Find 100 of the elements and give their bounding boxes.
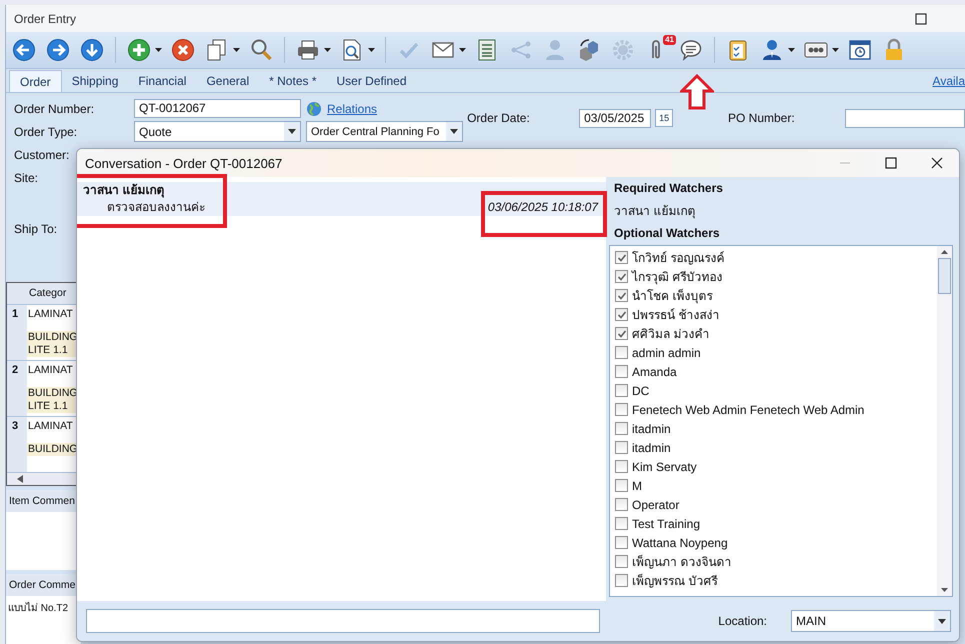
annotation-arrow	[680, 74, 714, 110]
checkbox[interactable]	[615, 555, 628, 568]
watcher-name: ปพรรธน์ ช้างสง่า	[632, 307, 720, 324]
caret-icon[interactable]	[459, 48, 466, 52]
message-text: ตรวจสอบลงงานค่ะ	[107, 199, 205, 216]
watcher-name: itadmin	[632, 422, 671, 436]
window-title: Order Entry	[14, 12, 78, 26]
dropdown-field[interactable]: Quote	[134, 121, 301, 142]
row-number: 1	[7, 305, 27, 360]
checkbox[interactable]	[615, 384, 628, 397]
text-field[interactable]	[845, 109, 965, 128]
search-icon[interactable]	[249, 38, 273, 62]
count-badge: 41	[663, 35, 676, 46]
dropdown-arrow-icon	[288, 129, 296, 134]
speech-bubble-icon[interactable]	[679, 38, 703, 62]
tab[interactable]: * Notes *	[259, 70, 326, 92]
checkbox[interactable]	[615, 479, 628, 492]
window-clock-icon[interactable]	[848, 38, 872, 62]
comment-text: แบบไม่ No.T2	[6, 596, 81, 644]
field-label: Location:	[718, 614, 767, 628]
caret-icon[interactable]	[788, 48, 795, 52]
checkbox[interactable]	[615, 574, 628, 587]
checkbox[interactable]	[615, 346, 628, 359]
checkbox[interactable]	[615, 251, 628, 264]
maximize-icon[interactable]	[885, 157, 897, 169]
watcher-name: วาสนา แย้มเกตุ	[613, 203, 696, 220]
table-cell-text: LAMINAT	[27, 363, 74, 378]
checkbox[interactable]	[615, 460, 628, 473]
field-label: Order Type:	[14, 124, 78, 139]
tab[interactable]: User Defined	[326, 70, 417, 92]
dialog-title: Conversation - Order QT-0012067	[85, 156, 284, 170]
calendar-button[interactable]: 15	[655, 109, 674, 128]
watcher-name: Fenetech Web Admin Fenetech Web Admin	[632, 402, 864, 416]
checkbox[interactable]	[615, 365, 628, 378]
field-label: Order Number:	[14, 102, 96, 116]
message-author: วาสนา แย้มเกตุ	[83, 182, 166, 198]
watcher-name: เพ็ญพรรณ บัวศรี	[632, 572, 718, 590]
dropdown-arrow-icon	[450, 129, 458, 134]
checkbox[interactable]	[615, 327, 628, 340]
caret-icon[interactable]	[155, 48, 162, 52]
caret-icon[interactable]	[832, 48, 839, 52]
checkbox[interactable]	[615, 422, 628, 435]
watcher-name: itadmin	[632, 440, 671, 454]
checkbox[interactable]	[615, 270, 628, 283]
watcher-name: ศศิวิมล ม่วงคำ	[632, 326, 710, 343]
caret-icon[interactable]	[368, 48, 375, 52]
date-field[interactable]: 03/05/2025	[579, 109, 652, 128]
field-label: Order Date:	[467, 110, 531, 126]
dropdown-field[interactable]: MAIN	[791, 610, 951, 632]
boxes-icon[interactable]	[577, 38, 601, 62]
checkbox[interactable]	[615, 517, 628, 530]
section-header: Required Watchers	[613, 180, 724, 197]
tab[interactable]: Financial	[128, 70, 196, 92]
relations-link[interactable]: Relations	[327, 102, 378, 116]
watcher-name: M	[632, 478, 642, 492]
caret-icon[interactable]	[233, 48, 240, 52]
tab[interactable]: General	[196, 70, 260, 92]
checkbox[interactable]	[615, 403, 628, 416]
message-input[interactable]	[86, 609, 600, 633]
checkbox[interactable]	[615, 441, 628, 454]
close-icon[interactable]	[931, 157, 943, 169]
watcher-name: Test Training	[632, 516, 700, 530]
watcher-name: นำโชค เพ็งบุตร	[632, 288, 712, 305]
plus-icon[interactable]	[127, 38, 151, 62]
message-time: 03/06/2025 10:18:07	[488, 199, 600, 216]
watcher-name: เพ็ญนภา ดวงจินดา	[632, 554, 732, 571]
tab[interactable]: Shipping	[62, 70, 128, 92]
field-label: Customer:	[14, 148, 70, 162]
caret-icon[interactable]	[324, 48, 331, 52]
text-field[interactable]: QT-0012067	[134, 99, 301, 118]
dropdown-arrow-icon	[938, 618, 946, 624]
maximize-icon[interactable]	[915, 12, 927, 25]
field-label: Site:	[14, 170, 40, 185]
checkbox[interactable]	[615, 308, 628, 321]
dropdown-field[interactable]: Order Central Planning Fo	[306, 121, 463, 142]
tab[interactable]: Order	[9, 70, 62, 92]
link[interactable]: Availa	[932, 70, 965, 92]
scroll-thumb[interactable]	[938, 258, 951, 294]
user-icon[interactable]	[760, 38, 784, 62]
checkbox[interactable]	[615, 289, 628, 302]
scroll-left-icon[interactable]	[17, 475, 23, 484]
watcher-name: Amanda	[632, 364, 677, 378]
message-row[interactable]: วาสนา แย้มเกตุ ตรวจสอบลงงานค่ะ 03/06/2025 10:18:07	[77, 182, 606, 216]
checkbox[interactable]	[615, 498, 628, 511]
row-number: 2	[7, 361, 27, 416]
scroll-up-icon[interactable]	[941, 250, 948, 254]
globe-icon	[306, 100, 322, 117]
watcher-name: Wattana Noypeng	[632, 536, 728, 550]
watcher-name: DC	[632, 384, 650, 398]
watcher-name: โกวิทย์ รอญณรงค์	[632, 250, 724, 267]
checkbox[interactable]	[615, 536, 628, 549]
delete-icon[interactable]	[171, 38, 195, 62]
watcher-name: admin admin	[632, 346, 701, 360]
vertical-scrollbar[interactable]	[937, 246, 952, 596]
section-header: Optional Watchers	[613, 225, 721, 242]
scroll-down-icon[interactable]	[941, 588, 948, 592]
table-cell-text: LAMINAT	[27, 419, 74, 434]
printer-icon[interactable]	[296, 38, 320, 62]
table-cell-text: LAMINAT	[27, 307, 74, 322]
watcher-name: Kim Servaty	[632, 460, 697, 474]
